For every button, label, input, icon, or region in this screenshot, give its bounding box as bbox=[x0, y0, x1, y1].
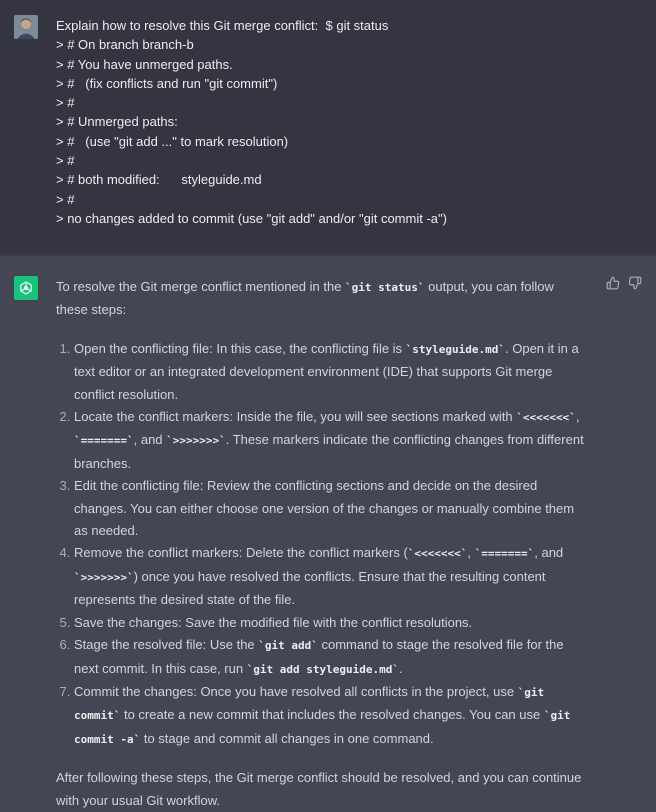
inline-code: `>>>>>>>` bbox=[166, 434, 226, 447]
steps-list: Open the conflicting file: In this case,… bbox=[56, 338, 586, 751]
text-run: Save the changes: Save the modified file… bbox=[74, 615, 472, 630]
text-run: To resolve the Git merge conflict mentio… bbox=[56, 279, 345, 294]
inline-code: `git add styleguide.md` bbox=[247, 663, 399, 676]
user-message-line: > # (fix conflicts and run "git commit") bbox=[56, 74, 636, 93]
text-run: to create a new commit that includes the… bbox=[120, 707, 543, 722]
text-run: After following these steps, the Git mer… bbox=[56, 770, 581, 807]
text-run: , and bbox=[534, 545, 563, 560]
user-message-line: > # both modified: styleguide.md bbox=[56, 170, 636, 189]
text-run: ) once you have resolved the conflicts. … bbox=[74, 569, 546, 607]
user-message-line: > no changes added to commit (use "git a… bbox=[56, 209, 636, 228]
assistant-message-text: To resolve the Git merge conflict mentio… bbox=[56, 276, 586, 812]
text-run: Open the conflicting file: In this case,… bbox=[74, 341, 406, 356]
step-item: Commit the changes: Once you have resolv… bbox=[74, 681, 586, 751]
thumbs-down-icon[interactable] bbox=[628, 276, 642, 290]
inline-code: `git add` bbox=[258, 639, 318, 652]
user-message: Explain how to resolve this Git merge co… bbox=[0, 0, 656, 256]
text-run: . bbox=[399, 661, 403, 676]
user-message-line: > # Unmerged paths: bbox=[56, 112, 636, 131]
inline-code: `styleguide.md` bbox=[406, 343, 505, 356]
text-run: Commit the changes: Once you have resolv… bbox=[74, 684, 518, 699]
step-item: Save the changes: Save the modified file… bbox=[74, 612, 586, 634]
user-message-line: > # bbox=[56, 151, 636, 170]
inline-code: `=======` bbox=[475, 547, 535, 560]
inline-code: `<<<<<<<` bbox=[516, 411, 576, 424]
thumbs-up-icon[interactable] bbox=[606, 276, 620, 290]
inline-code: `>>>>>>>` bbox=[74, 571, 134, 584]
text-run: , and bbox=[134, 432, 167, 447]
text-run: , bbox=[467, 545, 474, 560]
step-item: Stage the resolved file: Use the `git ad… bbox=[74, 634, 586, 681]
user-message-line: > # bbox=[56, 93, 636, 112]
inline-code: `=======` bbox=[74, 434, 134, 447]
inline-code: `git status` bbox=[345, 281, 424, 294]
user-message-line: > # You have unmerged paths. bbox=[56, 55, 636, 74]
user-message-line: > # On branch branch-b bbox=[56, 35, 636, 54]
answer-intro: To resolve the Git merge conflict mentio… bbox=[56, 276, 586, 322]
text-run: Edit the conflicting file: Review the co… bbox=[74, 478, 574, 538]
feedback-buttons bbox=[606, 276, 642, 290]
text-run: Remove the conflict markers: Delete the … bbox=[74, 545, 408, 560]
openai-logo-icon bbox=[14, 276, 38, 300]
inline-code: `<<<<<<<` bbox=[408, 547, 468, 560]
step-item: Open the conflicting file: In this case,… bbox=[74, 338, 586, 406]
user-message-line: Explain how to resolve this Git merge co… bbox=[56, 16, 636, 35]
user-message-line: > # (use "git add ..." to mark resolutio… bbox=[56, 132, 636, 151]
answer-outro: After following these steps, the Git mer… bbox=[56, 767, 586, 812]
assistant-message: To resolve the Git merge conflict mentio… bbox=[0, 256, 656, 808]
text-run: to stage and commit all changes in one c… bbox=[140, 731, 433, 746]
step-item: Locate the conflict markers: Inside the … bbox=[74, 406, 586, 475]
user-avatar bbox=[14, 15, 38, 39]
text-run: Locate the conflict markers: Inside the … bbox=[74, 409, 516, 424]
text-run: Stage the resolved file: Use the bbox=[74, 637, 258, 652]
user-message-line: > # bbox=[56, 190, 636, 209]
step-item: Edit the conflicting file: Review the co… bbox=[74, 475, 586, 542]
user-message-text: Explain how to resolve this Git merge co… bbox=[56, 16, 636, 228]
text-run: , bbox=[576, 409, 580, 424]
step-item: Remove the conflict markers: Delete the … bbox=[74, 542, 586, 611]
